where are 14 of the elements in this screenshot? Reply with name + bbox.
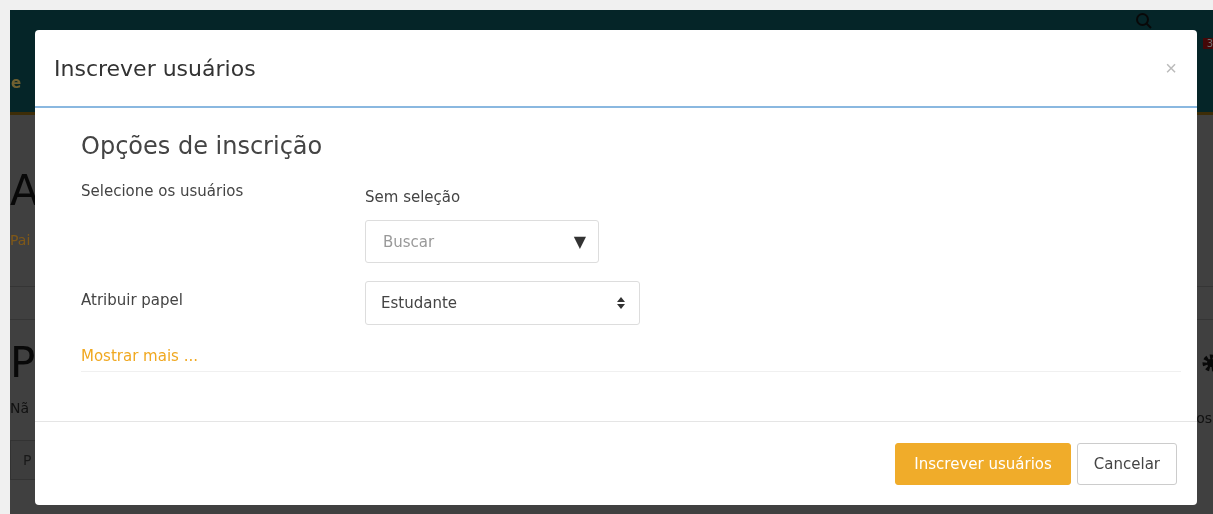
dialog-title: Inscrever usuários <box>54 55 256 81</box>
cancel-button[interactable]: Cancelar <box>1076 442 1177 485</box>
search-field[interactable]: Buscar ▼ <box>365 220 599 263</box>
search-icon[interactable] <box>1135 12 1153 30</box>
dropdown-arrow[interactable]: ▼ <box>573 232 586 251</box>
section-title: P <box>10 342 36 384</box>
site-name: e <box>11 74 22 92</box>
selection-text: Sem seleção <box>365 187 461 206</box>
role-select[interactable]: Estudante <box>365 281 640 325</box>
notification-badge: 3 <box>1202 38 1213 49</box>
section-heading: Opções de inscrição <box>81 132 324 160</box>
sort-icon <box>617 297 625 309</box>
field-label: Selecione os usuários <box>81 181 245 202</box>
field-label: Atribuir papel <box>81 290 184 311</box>
